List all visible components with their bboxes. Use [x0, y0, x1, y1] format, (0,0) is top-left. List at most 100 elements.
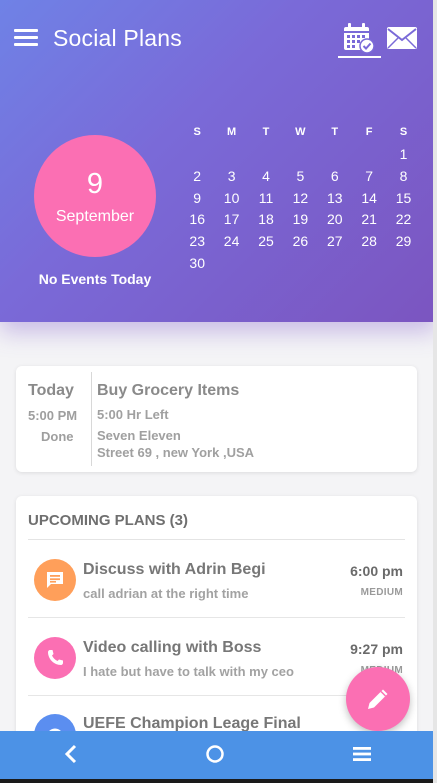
back-chevron-icon [64, 744, 77, 764]
home-circle-icon [206, 745, 224, 763]
selected-date-circle[interactable]: 9 September [34, 135, 156, 257]
calendar-week: 1 [180, 144, 420, 166]
calendar-day[interactable]: 11 [249, 188, 283, 210]
calendar-day[interactable]: 25 [249, 231, 283, 253]
phone-icon [48, 650, 63, 665]
today-label: Today [28, 382, 74, 399]
calendar-day[interactable]: 29 [386, 231, 420, 253]
calendar-day[interactable]: 8 [386, 166, 420, 188]
envelope-icon [387, 27, 417, 49]
top-bar: Social Plans [0, 0, 437, 70]
calendar-day[interactable] [352, 144, 386, 166]
today-address: Street 69 , new York ,USA [97, 445, 255, 460]
menu-lines-icon [353, 747, 371, 761]
calendar-week: 23 24 25 26 27 28 29 [180, 231, 420, 253]
calendar-day[interactable]: 13 [318, 188, 352, 210]
calendar-week: 9 10 11 12 13 14 15 [180, 188, 420, 210]
calendar-day[interactable] [283, 253, 317, 275]
calendar-day[interactable]: 6 [318, 166, 352, 188]
calendar-day[interactable]: 22 [386, 209, 420, 231]
active-tab-indicator [338, 56, 381, 58]
calendar-day[interactable]: 16 [180, 209, 214, 231]
nav-menu-button[interactable] [332, 731, 392, 779]
no-events-text: No Events Today [38, 271, 152, 287]
plan-item[interactable]: Discuss with Adrin Begi call adrian at t… [16, 540, 417, 618]
calendar-day[interactable]: 7 [352, 166, 386, 188]
calendar-day[interactable]: 19 [283, 209, 317, 231]
plan-time: 9:27 pm [350, 641, 403, 657]
calendar-day[interactable]: 21 [352, 209, 386, 231]
header: Social Plans 9 September No Events Today… [0, 0, 437, 322]
divider [91, 372, 92, 466]
app-screen: Social Plans 9 September No Events Today… [0, 0, 437, 783]
calendar-day[interactable]: 20 [318, 209, 352, 231]
calendar-day[interactable]: 9 [180, 188, 214, 210]
bottom-edge [0, 779, 437, 783]
edit-fab-button[interactable] [346, 667, 410, 731]
calendar-button[interactable] [338, 22, 381, 60]
weekday-label: F [365, 126, 373, 138]
selected-day: 9 [86, 168, 104, 200]
calendar-day[interactable]: 23 [180, 231, 214, 253]
calendar-week: 2 3 4 5 6 7 8 [180, 166, 420, 188]
today-summary: Today 5:00 PM Done [16, 366, 91, 472]
plan-time: 6:00 pm [350, 563, 403, 579]
calendar-day[interactable] [214, 144, 248, 166]
calendar-day[interactable]: 15 [386, 188, 420, 210]
calendar-day[interactable]: 1 [386, 144, 420, 166]
weekday-header: S M T W T F S [180, 122, 420, 144]
calendar-day[interactable] [249, 144, 283, 166]
plan-note: call adrian at the right time [83, 586, 249, 601]
month-calendar: S M T W T F S 1 2 3 4 5 6 7 8 9 10 11 12… [180, 122, 420, 274]
weekday-label: S [399, 126, 408, 138]
calendar-day[interactable] [283, 144, 317, 166]
message-icon [47, 572, 63, 588]
nav-back-button[interactable] [41, 731, 101, 779]
today-place: Seven Eleven [97, 428, 181, 443]
calendar-day[interactable]: 10 [214, 188, 248, 210]
app-title: Social Plans [53, 25, 182, 51]
today-status: Done [41, 429, 74, 444]
today-time: 5:00 PM [28, 408, 78, 423]
weekday-label: T [331, 126, 339, 138]
plan-title: Discuss with Adrin Begi [83, 561, 266, 578]
calendar-day[interactable]: 26 [283, 231, 317, 253]
calendar-day[interactable]: 2 [180, 166, 214, 188]
hamburger-menu-icon[interactable] [14, 29, 38, 47]
calendar-day[interactable] [352, 253, 386, 275]
selected-month: September [55, 208, 135, 225]
calendar-day[interactable]: 27 [318, 231, 352, 253]
calendar-day[interactable]: 12 [283, 188, 317, 210]
calendar-week: 16 17 18 19 20 21 22 [180, 209, 420, 231]
mail-button[interactable] [386, 26, 418, 50]
calendar-day[interactable] [318, 144, 352, 166]
plan-priority: MEDIUM [360, 587, 403, 598]
calendar-day[interactable] [180, 144, 214, 166]
weekday-label: S [193, 126, 201, 138]
calendar-day[interactable]: 24 [214, 231, 248, 253]
calendar-day[interactable]: 18 [249, 209, 283, 231]
today-event-title: Buy Grocery Items [97, 382, 240, 399]
calendar-day[interactable]: 28 [352, 231, 386, 253]
calendar-day[interactable] [214, 253, 248, 275]
calendar-day[interactable] [318, 253, 352, 275]
today-event-card[interactable]: Today 5:00 PM Done Buy Grocery Items 5:0… [16, 366, 417, 472]
calendar-day[interactable]: 4 [249, 166, 283, 188]
nav-home-button[interactable] [185, 731, 245, 779]
calendar-day[interactable]: 17 [214, 209, 248, 231]
upcoming-heading: UPCOMING PLANS (3) [28, 512, 189, 529]
calendar-day[interactable] [386, 253, 420, 275]
calendar-day[interactable] [249, 253, 283, 275]
calendar-week: 30 [180, 253, 420, 275]
weekday-label: M [227, 126, 237, 138]
pencil-icon [368, 689, 388, 709]
plan-note: I hate but have to talk with my ceo [83, 664, 294, 679]
system-nav-bar [0, 731, 433, 779]
plan-icon-badge [34, 559, 76, 601]
calendar-day[interactable]: 30 [180, 253, 214, 275]
calendar-day[interactable]: 5 [283, 166, 317, 188]
calendar-day[interactable]: 3 [214, 166, 248, 188]
today-time-remaining: 5:00 Hr Left [97, 407, 169, 422]
plan-title: Video calling with Boss [83, 639, 262, 656]
calendar-day[interactable]: 14 [352, 188, 386, 210]
